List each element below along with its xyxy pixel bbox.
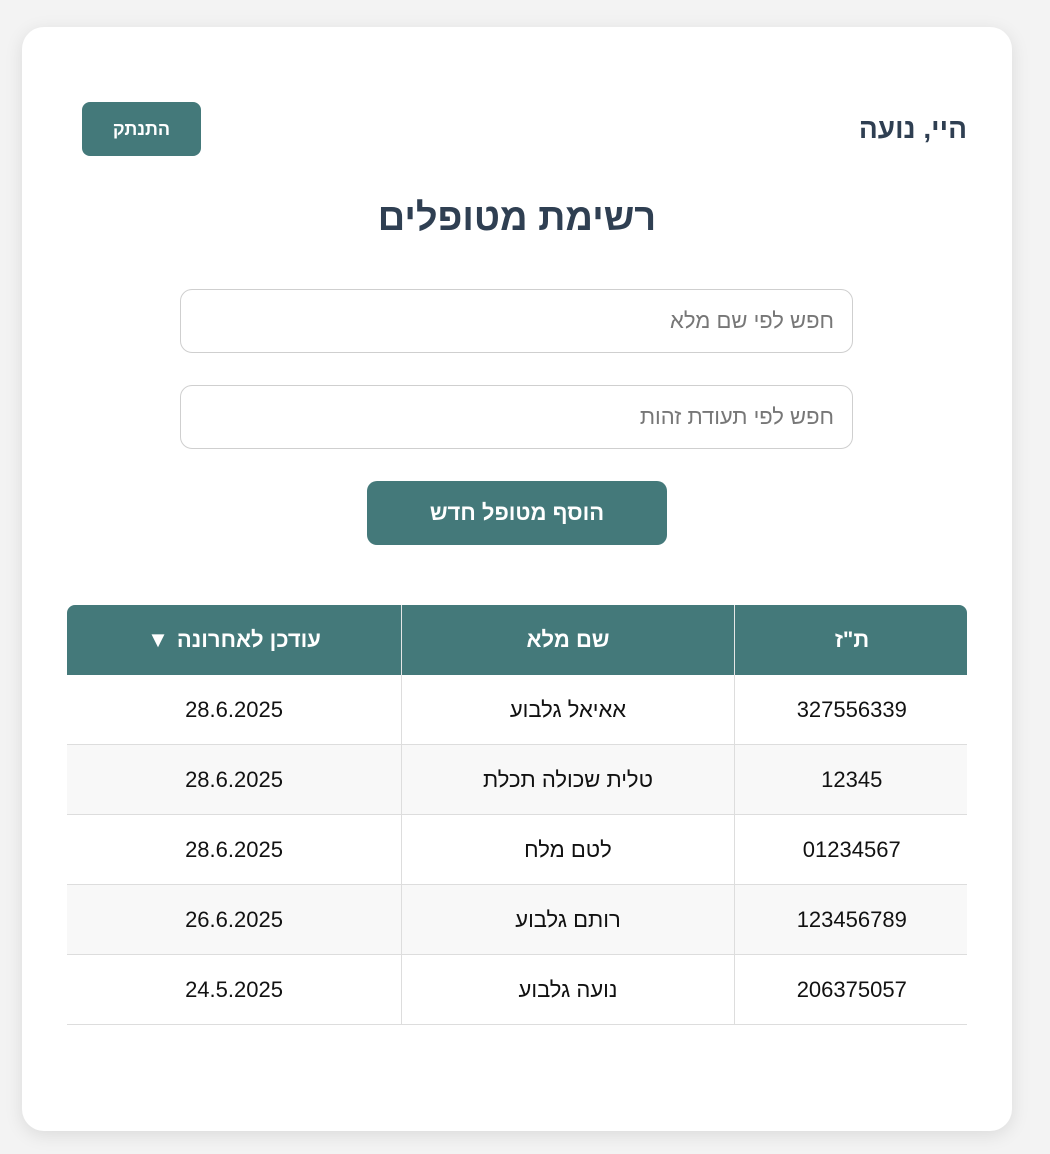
cell-last-updated: 24.5.2025 bbox=[67, 954, 402, 1025]
cell-id-value: 206375057 bbox=[796, 976, 907, 1002]
patients-table-container: ת"ז שם מלא עודכן לאחרונה ▼ 327556339 אאיא… bbox=[67, 605, 967, 1025]
main-card: היי, נועה התנתק רשימת מטופלים הוסף מטופל… bbox=[22, 27, 1012, 1131]
column-header-id-label: ת"ז bbox=[834, 627, 870, 652]
cell-last-updated-value: 24.5.2025 bbox=[185, 976, 283, 1002]
cell-id: 123456789 bbox=[734, 884, 967, 955]
column-header-id[interactable]: ת"ז bbox=[734, 605, 967, 675]
patients-table: ת"ז שם מלא עודכן לאחרונה ▼ 327556339 אאיא… bbox=[67, 605, 967, 1025]
cell-id-value: 327556339 bbox=[796, 696, 907, 722]
page-title: רשימת מטופלים bbox=[377, 197, 657, 239]
table-row[interactable]: 01234567 לטם מלח 28.6.2025 bbox=[67, 814, 967, 885]
sort-down-icon[interactable]: ▼ bbox=[147, 627, 169, 653]
table-row[interactable]: 12345 טלית שכולה תכלת 28.6.2025 bbox=[67, 744, 967, 815]
search-by-id-input[interactable] bbox=[180, 385, 853, 449]
cell-full-name: רותם גלבוע bbox=[401, 884, 735, 955]
cell-last-updated-value: 26.6.2025 bbox=[185, 906, 283, 932]
column-header-last-updated[interactable]: עודכן לאחרונה ▼ bbox=[67, 605, 402, 675]
cell-full-name: אאיאל גלבוע bbox=[401, 675, 735, 745]
table-header-row: ת"ז שם מלא עודכן לאחרונה ▼ bbox=[67, 605, 967, 675]
cell-id-value: 123456789 bbox=[796, 906, 907, 932]
cell-full-name: נועה גלבוע bbox=[401, 954, 735, 1025]
add-patient-button[interactable]: הוסף מטופל חדש bbox=[367, 481, 667, 545]
table-row[interactable]: 206375057 נועה גלבוע 24.5.2025 bbox=[67, 954, 967, 1025]
table-row[interactable]: 327556339 אאיאל גלבוע 28.6.2025 bbox=[67, 675, 967, 745]
cell-id-value: 01234567 bbox=[802, 836, 901, 862]
cell-last-updated-value: 28.6.2025 bbox=[185, 836, 283, 862]
cell-id: 12345 bbox=[734, 744, 967, 815]
search-by-name-input[interactable] bbox=[180, 289, 853, 353]
logout-button[interactable]: התנתק bbox=[82, 102, 201, 156]
cell-id: 01234567 bbox=[734, 814, 967, 885]
cell-last-updated: 28.6.2025 bbox=[67, 675, 402, 745]
cell-last-updated: 28.6.2025 bbox=[67, 744, 402, 815]
column-header-full-name-label: שם מלא bbox=[526, 627, 610, 652]
cell-last-updated: 26.6.2025 bbox=[67, 884, 402, 955]
cell-last-updated: 28.6.2025 bbox=[67, 814, 402, 885]
cell-last-updated-value: 28.6.2025 bbox=[185, 696, 283, 722]
column-header-last-updated-label: עודכן לאחרונה bbox=[176, 627, 321, 652]
cell-id: 206375057 bbox=[734, 954, 967, 1025]
column-header-full-name[interactable]: שם מלא bbox=[401, 605, 735, 675]
cell-full-name: טלית שכולה תכלת bbox=[401, 744, 735, 815]
table-row[interactable]: 123456789 רותם גלבוע 26.6.2025 bbox=[67, 884, 967, 955]
cell-id-value: 12345 bbox=[821, 766, 883, 792]
cell-full-name: לטם מלח bbox=[401, 814, 735, 885]
cell-id: 327556339 bbox=[734, 675, 967, 745]
cell-last-updated-value: 28.6.2025 bbox=[185, 766, 283, 792]
user-greeting: היי, נועה bbox=[858, 113, 967, 144]
